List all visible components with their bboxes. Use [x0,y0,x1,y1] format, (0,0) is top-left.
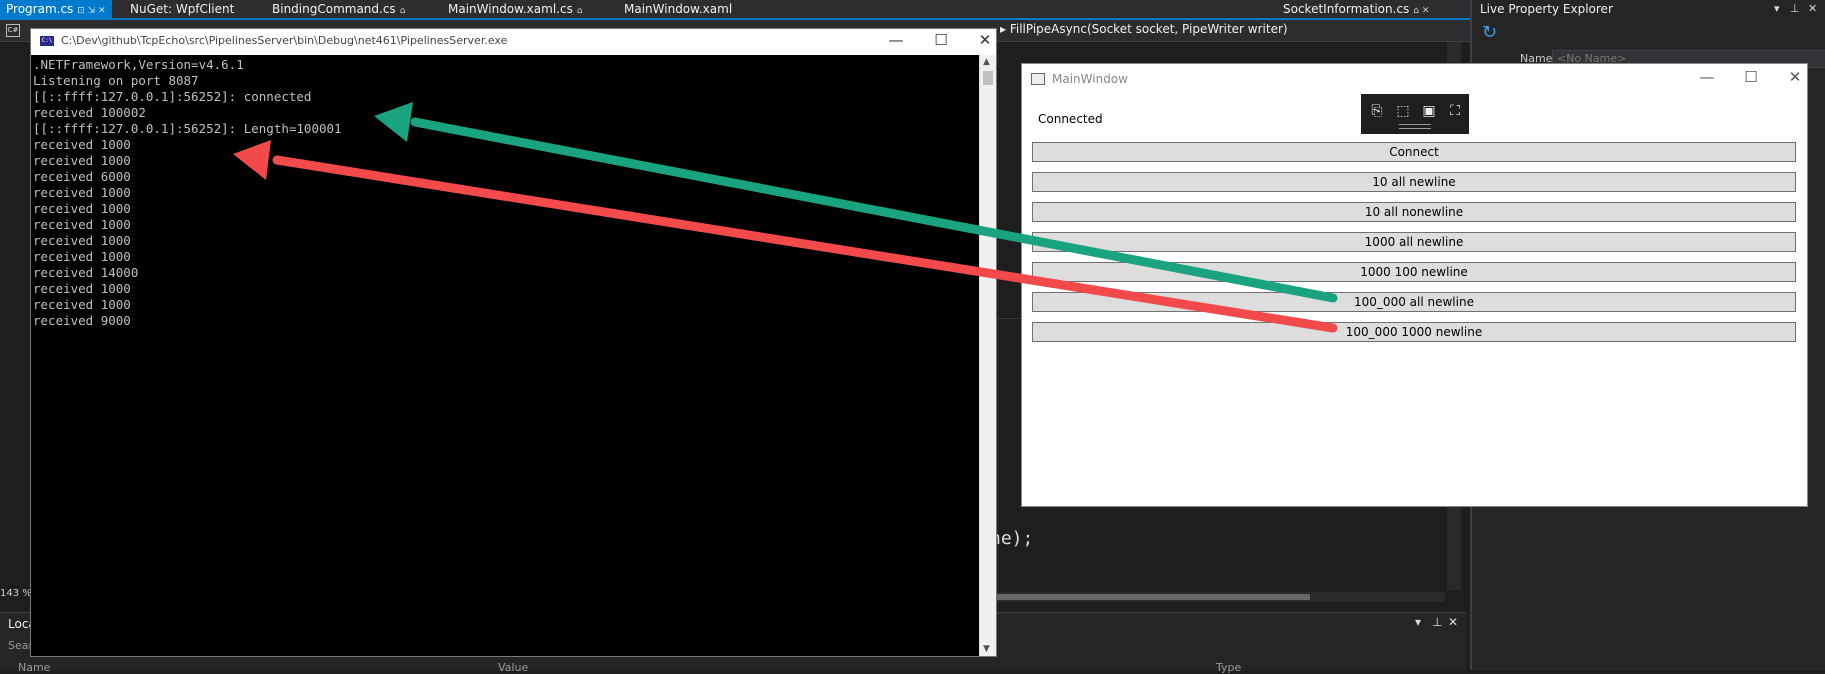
column-header-name[interactable]: Name [18,661,50,674]
console-line: received 1000 [33,153,131,168]
tab-program-cs[interactable]: Program.cs ⊡ ⇲ ✕ [0,0,112,18]
console-line: received 9000 [33,313,131,328]
console-line: received 1000 [33,185,131,200]
editor-horizontal-scrollbar[interactable] [995,592,1445,602]
editor-tab-bar: Program.cs ⊡ ⇲ ✕ NuGet: WpfClient Binding… [0,0,1470,20]
console-line: received 1000 [33,281,131,296]
minimize-icon[interactable]: — [881,31,911,49]
track-focused-element-icon[interactable]: ⛶ [1445,101,1465,121]
pin-icon[interactable]: ⊥ [1790,2,1800,15]
lock-icon: ⌂ [576,6,583,16]
tab-mainwindow-xaml-cs[interactable]: MainWindow.xaml.cs ⌂ [448,0,583,18]
scroll-thumb[interactable] [983,71,993,85]
xaml-debug-toolbar: ⎘ ⬚ ▣ ⛶ [1361,94,1469,134]
select-element-icon[interactable]: ⬚ [1393,101,1413,121]
console-line: .NETFramework,Version=v4.6.1 [33,57,244,72]
panel-dropdown-icon[interactable]: ▾ [1415,615,1421,629]
console-line: Listening on port 8087 [33,73,199,88]
send-100000-1000-newline-button[interactable]: 100_000 1000 newline [1032,322,1796,342]
send-10-all-newline-button[interactable]: 10 all newline [1032,172,1796,192]
lock-icon: ⌂ [399,6,406,16]
pin-icon[interactable]: ⊡ ⇲ ✕ [77,6,105,16]
connection-status: Connected [1038,112,1103,126]
tab-bindingcommand-cs[interactable]: BindingCommand.cs ⌂ [272,0,405,18]
console-line: received 1000 [33,233,131,248]
console-line: received 100002 [33,105,146,120]
display-adorners-icon[interactable]: ▣ [1419,101,1439,121]
connect-button[interactable]: Connect [1032,142,1796,162]
console-line: [[::ffff:127.0.0.1]:56252]: connected [33,89,312,104]
maximize-icon[interactable]: ☐ [926,31,956,49]
console-line: received 1000 [33,249,131,264]
console-line: received 1000 [33,217,131,232]
close-icon[interactable]: ✕ [1808,2,1817,15]
scroll-up-icon[interactable]: ▲ [983,57,990,67]
panel-dropdown-icon[interactable]: ▾ [1774,2,1780,15]
tab-socketinformation-cs[interactable]: SocketInformation.cs ⌂ ✕ [1283,0,1429,18]
send-10-all-nonewline-button[interactable]: 10 all nonewline [1032,202,1796,222]
pin-icon[interactable]: ⊥ [1432,615,1442,629]
close-icon[interactable]: ✕ [1448,615,1458,629]
live-property-explorer-title: Live Property Explorer [1480,2,1613,16]
console-vertical-scrollbar[interactable]: ▲ ▼ [979,55,996,656]
console-line: received 14000 [33,265,139,280]
console-line: received 1000 [33,297,131,312]
console-titlebar[interactable]: C:\ C:\Dev\github\TcpEcho\src\PipelinesS… [31,29,996,55]
send-1000-100-newline-button[interactable]: 1000 100 newline [1032,262,1796,282]
close-icon[interactable]: ✕ [970,31,1000,49]
console-line: received 1000 [33,201,131,216]
console-line: received 1000 [33,137,131,152]
toolbar-drag-handle[interactable] [1399,124,1431,129]
column-header-type[interactable]: Type [1216,661,1241,674]
csharp-file-icon: C# [6,24,20,37]
scroll-thumb[interactable] [995,594,1310,600]
send-1000-all-newline-button[interactable]: 1000 all newline [1032,232,1796,252]
column-header-value[interactable]: Value [498,661,528,674]
tab-nuget-wpfclient[interactable]: NuGet: WpfClient [130,0,234,18]
wpf-main-window: MainWindow — ☐ ✕ Connected ⎘ ⬚ ▣ ⛶ Conne… [1021,63,1808,507]
console-output: .NETFramework,Version=v4.6.1 Listening o… [33,57,978,654]
console-window-title: C:\Dev\github\TcpEcho\src\PipelinesServe… [61,34,508,47]
tab-mainwindow-xaml[interactable]: MainWindow.xaml [624,0,732,18]
main-window-title: MainWindow [1052,72,1128,86]
window-app-icon [1031,73,1045,85]
go-to-live-visual-tree-icon[interactable]: ⎘ [1367,101,1387,121]
minimize-icon[interactable]: — [1692,68,1722,86]
console-app-icon: C:\ [40,36,54,46]
scroll-down-icon[interactable]: ▼ [983,644,990,654]
close-icon[interactable]: ✕ [1780,68,1810,86]
send-100000-all-newline-button[interactable]: 100_000 all newline [1032,292,1796,312]
maximize-icon[interactable]: ☐ [1736,68,1766,86]
refresh-icon[interactable]: ↻ [1482,22,1497,43]
console-window: C:\ C:\Dev\github\TcpEcho\src\PipelinesS… [30,28,997,657]
console-line: [[::ffff:127.0.0.1]:56252]: Length=10000… [33,121,342,136]
lock-icon: ⌂ ✕ [1413,6,1430,16]
member-dropdown[interactable]: ▸ FillPipeAsync(Socket socket, PipeWrite… [1000,22,1288,36]
zoom-level[interactable]: 143 % [0,588,32,599]
main-window-titlebar[interactable]: MainWindow — ☐ ✕ [1022,64,1807,94]
console-line: received 6000 [33,169,131,184]
